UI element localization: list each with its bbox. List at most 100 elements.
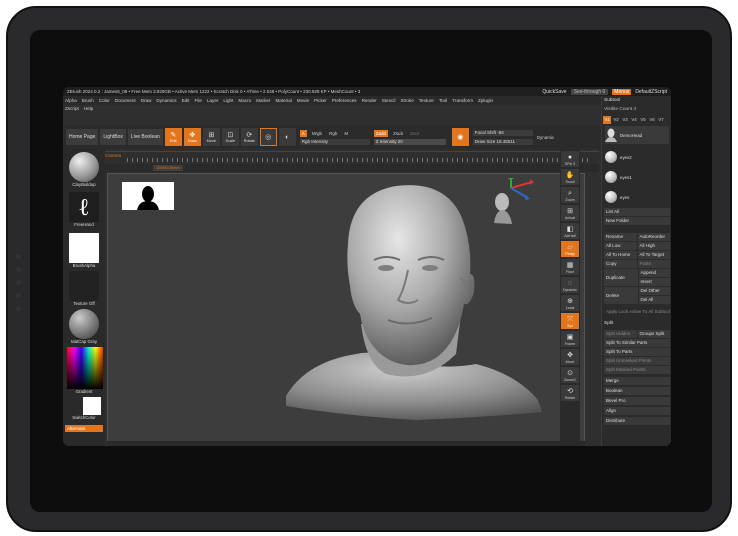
- menus-toggle[interactable]: Menus: [612, 88, 632, 95]
- menu-picker[interactable]: Picker: [314, 98, 327, 103]
- alpha-picker[interactable]: BrushAlpha: [67, 233, 101, 268]
- subtool-item-demohead[interactable]: DemoHead: [605, 126, 669, 144]
- secondary-color-swatch[interactable]: [83, 397, 101, 415]
- subtool-item-eyes[interactable]: eyes: [605, 188, 669, 206]
- autoreorder-button[interactable]: AutoReorder: [637, 233, 670, 241]
- see-through-slider[interactable]: See-through 0: [570, 88, 609, 95]
- brush-settings-button[interactable]: ◉: [451, 128, 469, 146]
- scale-button[interactable]: ⊡ Scale: [221, 128, 239, 146]
- subtool-item-eyes2[interactable]: eyes2: [605, 148, 669, 166]
- split-similar-button[interactable]: Split To Similar Parts: [604, 339, 670, 347]
- scroll-button[interactable]: ✋ Scroll: [561, 169, 579, 185]
- menu-stroke[interactable]: Stroke: [400, 98, 413, 103]
- zadd-toggle[interactable]: Zadd: [373, 129, 389, 137]
- alternate-button[interactable]: Alternate: [65, 425, 103, 432]
- rgb-toggle[interactable]: Rgb: [327, 130, 339, 137]
- dynamic-toggle[interactable]: Dynamic: [535, 134, 557, 141]
- color-picker[interactable]: Gradient: [67, 347, 103, 394]
- rename-button[interactable]: Rename: [604, 233, 637, 241]
- vset-5[interactable]: V5: [639, 116, 647, 124]
- vset-4[interactable]: V4: [630, 116, 638, 124]
- split-parts-button[interactable]: Split To Parts: [604, 348, 670, 356]
- menu-zplugin[interactable]: Zplugin: [478, 98, 493, 103]
- del-other-button[interactable]: Del Other: [638, 287, 670, 295]
- menu-zscript[interactable]: Zscript: [65, 106, 79, 115]
- a-toggle[interactable]: A: [299, 129, 307, 137]
- rgb-intensity-slider[interactable]: Rgb Intensity: [299, 138, 370, 145]
- transpose-button[interactable]: ◐: [278, 128, 296, 146]
- live-boolean-button[interactable]: Live Boolean: [127, 129, 163, 145]
- menu-marker[interactable]: Marker: [256, 98, 270, 103]
- brush-picker[interactable]: ClayBuildup: [67, 152, 101, 187]
- paste-button[interactable]: Paste: [637, 260, 670, 268]
- split-hidden-button[interactable]: Split Hidden: [604, 330, 637, 338]
- edit-button[interactable]: ✎ Edit: [164, 128, 182, 146]
- delete-button[interactable]: Delete: [604, 287, 638, 304]
- all-high-button[interactable]: All High: [637, 242, 670, 250]
- menu-texture[interactable]: Texture: [419, 98, 434, 103]
- split-section-title[interactable]: Split: [604, 321, 613, 326]
- menu-macro[interactable]: Macro: [238, 98, 251, 103]
- spix-button[interactable]: ● SPix 3: [561, 151, 579, 167]
- all-low-button[interactable]: All Low: [604, 242, 637, 250]
- menu-color[interactable]: Color: [99, 98, 110, 103]
- duplicate-button[interactable]: Duplicate: [604, 269, 638, 286]
- list-all-button[interactable]: List All: [604, 208, 670, 216]
- rotate-button[interactable]: ⟳ Rotate: [240, 128, 258, 146]
- menu-material[interactable]: Material: [275, 98, 291, 103]
- move-view-button[interactable]: ✥ Move: [561, 349, 579, 365]
- home-page-button[interactable]: Home Page: [66, 129, 99, 145]
- merge-button[interactable]: Merge: [604, 377, 670, 385]
- menu-edit[interactable]: Edit: [182, 98, 190, 103]
- canvas-viewport[interactable]: [107, 173, 585, 443]
- focal-shift-slider[interactable]: Focal Shift -56: [472, 129, 533, 136]
- zoomd-button[interactable]: ⊙ ZoomD: [561, 367, 579, 383]
- zsub-toggle[interactable]: Zsub: [391, 130, 405, 137]
- head-sculpt-model[interactable]: [266, 174, 566, 443]
- menu-draw[interactable]: Draw: [141, 98, 152, 103]
- persp-button[interactable]: ▱ Persp: [561, 241, 579, 257]
- menu-transform[interactable]: Transform: [452, 98, 473, 103]
- boolean-button[interactable]: Boolean: [604, 387, 670, 395]
- zoom-button[interactable]: ⌕ Zoom: [561, 187, 579, 203]
- focal-length-bar[interactable]: 20000.00mm: [105, 164, 599, 172]
- m-toggle[interactable]: M: [342, 130, 350, 137]
- copy-button[interactable]: Copy: [604, 260, 637, 268]
- color-palette-swatch[interactable]: [67, 347, 103, 389]
- dynamic-button[interactable]: ◌ Dynamic: [561, 277, 579, 293]
- split-masked-button[interactable]: Split Masked Points: [604, 366, 670, 374]
- vset-2[interactable]: V2: [612, 116, 620, 124]
- focal-length-marker[interactable]: 20000.00mm: [153, 165, 183, 171]
- xyz-button[interactable]: ⤧ Xyz: [561, 313, 579, 329]
- menu-light[interactable]: Light: [223, 98, 233, 103]
- menu-brush[interactable]: Brush: [82, 98, 94, 103]
- menu-help[interactable]: Help: [84, 106, 93, 115]
- local-button[interactable]: ⊕ Local: [561, 295, 579, 311]
- apply-lock-button[interactable]: Apply Lock Active To All Subtools: [604, 308, 670, 316]
- move-button[interactable]: ⊞ Move: [202, 128, 220, 146]
- menu-dynamics[interactable]: Dynamics: [156, 98, 176, 103]
- quicksave-button[interactable]: QuickSave: [542, 89, 566, 95]
- vset-1[interactable]: V1: [603, 116, 611, 124]
- menu-file[interactable]: File: [195, 98, 202, 103]
- split-unmasked-button[interactable]: Split Unmasked Points: [604, 357, 670, 365]
- menu-layer[interactable]: Layer: [207, 98, 219, 103]
- texture-picker[interactable]: Texture Off: [67, 271, 101, 306]
- floor-button[interactable]: ▦ Floor: [561, 259, 579, 275]
- vset-6[interactable]: V6: [648, 116, 656, 124]
- menu-render[interactable]: Render: [362, 98, 377, 103]
- insert-button[interactable]: Insert: [638, 278, 670, 286]
- distribute-button[interactable]: Distribute: [604, 417, 670, 425]
- aahalf-button[interactable]: ◧ AAHalf: [561, 223, 579, 239]
- menu-tool[interactable]: Tool: [439, 98, 447, 103]
- groups-split-button[interactable]: Groups Split: [637, 330, 670, 338]
- align-button[interactable]: Align: [604, 407, 670, 415]
- menu-preferences[interactable]: Preferences: [332, 98, 357, 103]
- rotate-view-button[interactable]: ⟲ Rotate: [561, 385, 579, 401]
- zcut-toggle[interactable]: Zcut: [408, 130, 421, 137]
- all-to-home-button[interactable]: All To Home: [604, 251, 637, 259]
- material-picker[interactable]: MatCap Gray: [67, 309, 101, 344]
- menu-document[interactable]: Document: [115, 98, 136, 103]
- del-all-button[interactable]: Del All: [638, 296, 670, 304]
- camera-timeline[interactable]: Camera: [105, 151, 599, 163]
